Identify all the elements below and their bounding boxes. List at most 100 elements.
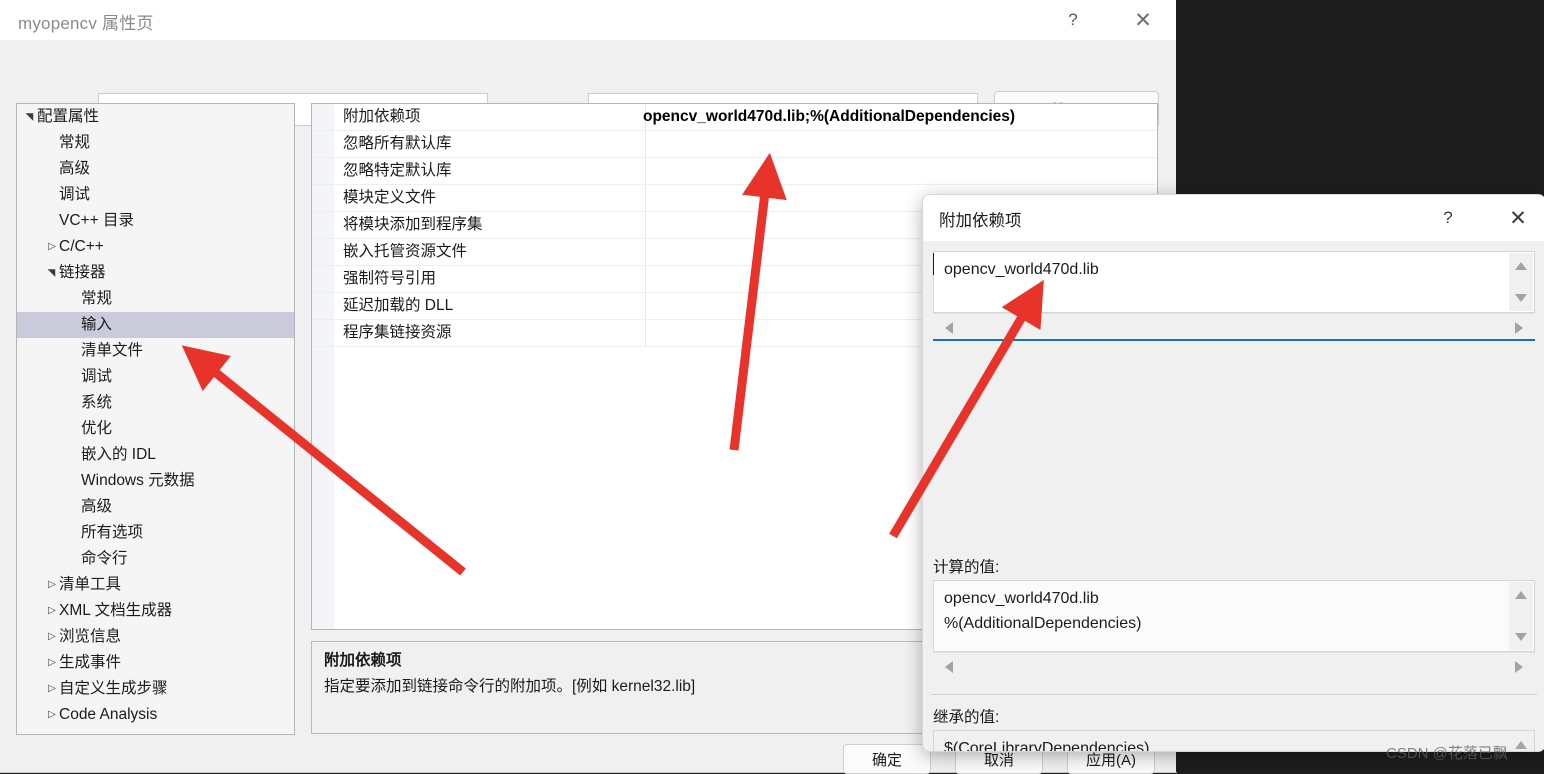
scroll-left-icon[interactable] xyxy=(945,322,953,334)
tree-item-label: XML 文档生成器 xyxy=(59,602,173,620)
close-icon[interactable]: ✕ xyxy=(1495,195,1541,241)
tree-item-23[interactable]: ▷ Code Analysis xyxy=(17,702,294,728)
tree-item-13[interactable]: 嵌入的 IDL xyxy=(17,442,294,468)
scroll-right-icon[interactable] xyxy=(1515,661,1523,673)
tree-item-10[interactable]: 调试 xyxy=(17,364,294,390)
tree-item-8[interactable]: 输入 xyxy=(17,312,294,338)
table-row[interactable]: 忽略所有默认库 xyxy=(312,131,1157,158)
property-name: 模块定义文件 xyxy=(343,189,437,206)
watermark: CSDN @花落已飘 xyxy=(1386,745,1508,762)
scroll-left-icon[interactable] xyxy=(945,661,953,673)
chevron-collapsed-icon[interactable]: ▷ xyxy=(45,572,59,598)
configuration-toolbar: 配置(C): 活动(Debug) 平台(P): 活动(x64) 配置管理器(O)… xyxy=(0,40,1176,128)
chevron-collapsed-icon[interactable]: ▷ xyxy=(45,676,59,702)
column-divider xyxy=(645,131,646,157)
column-divider xyxy=(645,293,646,319)
vertical-scrollbar[interactable] xyxy=(1509,582,1533,650)
chevron-collapsed-icon[interactable]: ▷ xyxy=(45,702,59,728)
scroll-up-icon[interactable] xyxy=(1515,262,1527,270)
property-name: 忽略所有默认库 xyxy=(343,135,452,152)
column-divider xyxy=(645,185,646,211)
property-name: 延迟加载的 DLL xyxy=(343,297,454,314)
evaluated-value-group: opencv_world470d.lib %(AdditionalDepende… xyxy=(933,580,1535,680)
table-row[interactable]: 忽略特定默认库 xyxy=(312,158,1157,185)
tree-item-3[interactable]: 调试 xyxy=(17,182,294,208)
input-focus-underline xyxy=(933,339,1535,341)
tree-item-6[interactable]: ◢ 链接器 xyxy=(17,260,294,286)
tree-item-label: C/C++ xyxy=(59,238,104,256)
tree-item-label: 常规 xyxy=(81,290,113,308)
tree-item-label: 生成事件 xyxy=(59,654,122,672)
tree-item-4[interactable]: VC++ 目录 xyxy=(17,208,294,234)
help-icon[interactable]: ? xyxy=(1425,195,1471,241)
column-divider xyxy=(645,212,646,238)
scroll-down-icon[interactable] xyxy=(1515,294,1527,302)
tree-item-17[interactable]: 命令行 xyxy=(17,546,294,572)
tree-item-1[interactable]: 常规 xyxy=(17,130,294,156)
tree-item-21[interactable]: ▷ 生成事件 xyxy=(17,650,294,676)
modal-title: 附加依赖项 xyxy=(939,212,1022,230)
tree-item-9[interactable]: 清单文件 xyxy=(17,338,294,364)
tree-item-0[interactable]: ◢ 配置属性 xyxy=(17,104,294,130)
additional-dependencies-dialog: 附加依赖项 ? ✕ opencv_world470d.lib 计算的值: ope… xyxy=(922,194,1544,752)
table-row[interactable]: 附加依赖项 opencv_world470d.lib;%(AdditionalDe… xyxy=(312,104,1157,131)
tree-item-12[interactable]: 优化 xyxy=(17,416,294,442)
tree-item-18[interactable]: ▷ 清单工具 xyxy=(17,572,294,598)
vertical-scrollbar[interactable] xyxy=(1509,732,1533,751)
evaluated-value-box: opencv_world470d.lib %(AdditionalDepende… xyxy=(933,580,1535,652)
tree-item-label: 链接器 xyxy=(59,264,106,282)
modal-titlebar: 附加依赖项 ? ✕ xyxy=(923,195,1544,241)
chevron-expanded-icon[interactable]: ◢ xyxy=(17,110,43,124)
tree-item-19[interactable]: ▷ XML 文档生成器 xyxy=(17,598,294,624)
configuration-tree[interactable]: ◢ 配置属性 常规 高级 调试 VC++ 目录 ▷ C/C++ ◢ 链接器 常规 输入 清… xyxy=(16,103,295,735)
property-value[interactable]: opencv_world470d.lib;%(AdditionalDepende… xyxy=(643,104,1015,130)
tree-item-label: 清单工具 xyxy=(59,576,122,594)
scroll-up-icon[interactable] xyxy=(1515,741,1527,749)
horizontal-scrollbar[interactable] xyxy=(933,652,1535,679)
inherited-value-label: 继承的值: xyxy=(933,709,1000,726)
tree-item-5[interactable]: ▷ C/C++ xyxy=(17,234,294,260)
tree-item-11[interactable]: 系统 xyxy=(17,390,294,416)
tree-item-label: VC++ 目录 xyxy=(59,212,134,230)
close-icon[interactable]: ✕ xyxy=(1120,0,1166,40)
tree-item-label: 清单文件 xyxy=(81,342,144,360)
tree-item-15[interactable]: 高级 xyxy=(17,494,294,520)
chevron-collapsed-icon[interactable]: ▷ xyxy=(45,598,59,624)
tree-item-label: 配置属性 xyxy=(37,108,100,126)
tree-item-label: 浏览信息 xyxy=(59,628,122,646)
scroll-down-icon[interactable] xyxy=(1515,633,1527,641)
tree-item-label: 调试 xyxy=(59,186,91,204)
ok-button[interactable]: 确定 xyxy=(843,744,931,774)
tree-item-7[interactable]: 常规 xyxy=(17,286,294,312)
tree-item-22[interactable]: ▷ 自定义生成步骤 xyxy=(17,676,294,702)
help-icon[interactable]: ? xyxy=(1050,0,1096,40)
description-title: 附加依赖项 xyxy=(324,652,402,669)
tree-item-20[interactable]: ▷ 浏览信息 xyxy=(17,624,294,650)
scroll-up-icon[interactable] xyxy=(1515,591,1527,599)
chevron-collapsed-icon[interactable]: ▷ xyxy=(45,650,59,676)
chevron-expanded-icon[interactable]: ◢ xyxy=(39,266,65,280)
property-pages-titlebar: myopencv 属性页 ? ✕ xyxy=(0,0,1176,40)
chevron-collapsed-icon[interactable]: ▷ xyxy=(45,234,59,260)
property-name: 忽略特定默认库 xyxy=(343,162,452,179)
tree-item-2[interactable]: 高级 xyxy=(17,156,294,182)
text-caret xyxy=(933,253,934,275)
horizontal-scrollbar[interactable] xyxy=(933,313,1535,340)
chevron-collapsed-icon[interactable]: ▷ xyxy=(45,624,59,650)
tree-item-label: 输入 xyxy=(81,316,113,334)
vertical-scrollbar[interactable] xyxy=(1509,253,1533,311)
tree-item-16[interactable]: 所有选项 xyxy=(17,520,294,546)
tree-item-14[interactable]: Windows 元数据 xyxy=(17,468,294,494)
dependencies-input[interactable]: opencv_world470d.lib xyxy=(933,251,1535,313)
scroll-right-icon[interactable] xyxy=(1515,322,1523,334)
